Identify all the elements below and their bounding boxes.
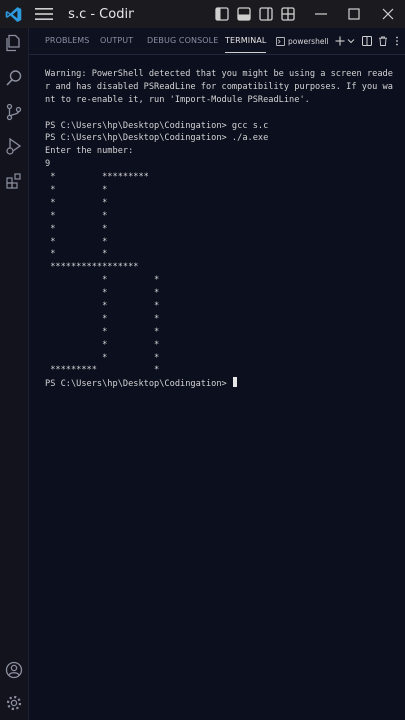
- terminal-icon: [276, 36, 285, 46]
- pattern-line: * *: [45, 326, 160, 337]
- accounts-icon[interactable]: [4, 660, 24, 680]
- terminal-line: Enter the number:: [45, 146, 134, 157]
- pattern-line: * *: [45, 288, 160, 299]
- vscode-logo-icon[interactable]: [0, 0, 27, 28]
- pattern-line: * *: [45, 352, 160, 363]
- pattern-line: * *: [45, 210, 108, 221]
- source-control-icon[interactable]: [4, 102, 24, 122]
- activity-bar: [0, 28, 29, 720]
- toggle-secondary-sidebar-icon[interactable]: [258, 0, 274, 28]
- kill-terminal-trash-icon[interactable]: [377, 34, 389, 48]
- pattern-line: * *: [45, 339, 160, 350]
- pattern-line: ********* *: [45, 365, 160, 376]
- terminal-output[interactable]: Warning: PowerShell detected that you mi…: [45, 68, 401, 390]
- pattern-line: * *: [45, 275, 160, 286]
- terminal-line: 9: [45, 159, 51, 170]
- customize-layout-icon[interactable]: [280, 0, 296, 28]
- split-terminal-icon[interactable]: [361, 34, 373, 48]
- tab-problems[interactable]: PROBLEMS: [45, 28, 89, 54]
- toggle-panel-icon[interactable]: [236, 0, 252, 28]
- explorer-icon[interactable]: [4, 33, 24, 53]
- chevron-down-icon[interactable]: [345, 34, 357, 48]
- pattern-line: *****************: [45, 262, 139, 273]
- pattern-line: * *: [45, 185, 108, 196]
- pattern-line: * *: [45, 301, 160, 312]
- tab-output[interactable]: OUTPUT: [100, 28, 133, 54]
- minimize-icon[interactable]: [304, 0, 338, 28]
- tab-debug-console[interactable]: DEBUG CONSOLE: [147, 28, 218, 54]
- run-debug-icon[interactable]: [4, 136, 24, 156]
- search-icon[interactable]: [4, 68, 24, 88]
- pattern-line: * *: [45, 236, 108, 247]
- extensions-icon[interactable]: [4, 171, 24, 191]
- terminal-line: PS C:\Users\hp\Desktop\Codingation> ./a.…: [45, 133, 269, 144]
- maximize-icon[interactable]: [338, 0, 372, 28]
- toggle-primary-sidebar-icon[interactable]: [214, 0, 230, 28]
- title-bar: s.c - Codin: [0, 0, 405, 28]
- pattern-line: * *: [45, 313, 160, 324]
- terminal-line: Warning: PowerShell detected that you mi…: [45, 69, 393, 79]
- prompt-line[interactable]: PS C:\Users\hp\Desktop\Codingation>: [45, 377, 401, 390]
- settings-gear-icon[interactable]: [4, 693, 24, 713]
- terminal-line: r and has disabled PSReadLine for compat…: [45, 81, 393, 92]
- prompt-text: PS C:\Users\hp\Desktop\Codingation>: [45, 379, 232, 390]
- pattern-line: * *: [45, 197, 108, 208]
- pattern-line: * *: [45, 223, 108, 234]
- pattern-line: * *********: [45, 172, 149, 183]
- terminal-name: powershell: [288, 36, 329, 46]
- terminal-selector[interactable]: powershell: [276, 34, 329, 48]
- pattern-line: * *: [45, 249, 108, 260]
- close-icon[interactable]: [371, 0, 405, 28]
- terminal-line: PS C:\Users\hp\Desktop\Codingation> gcc …: [45, 120, 269, 131]
- more-actions-icon[interactable]: [391, 34, 403, 48]
- panel-tabs: PROBLEMS OUTPUT DEBUG CONSOLE TERMINAL p…: [29, 28, 405, 55]
- window-title: s.c - Codin: [68, 6, 134, 22]
- text-cursor: [232, 377, 237, 388]
- terminal-line: nt to re-enable it, run 'Import-Module P…: [45, 94, 310, 105]
- tab-terminal[interactable]: TERMINAL: [225, 28, 267, 54]
- hamburger-menu-icon[interactable]: [35, 0, 55, 28]
